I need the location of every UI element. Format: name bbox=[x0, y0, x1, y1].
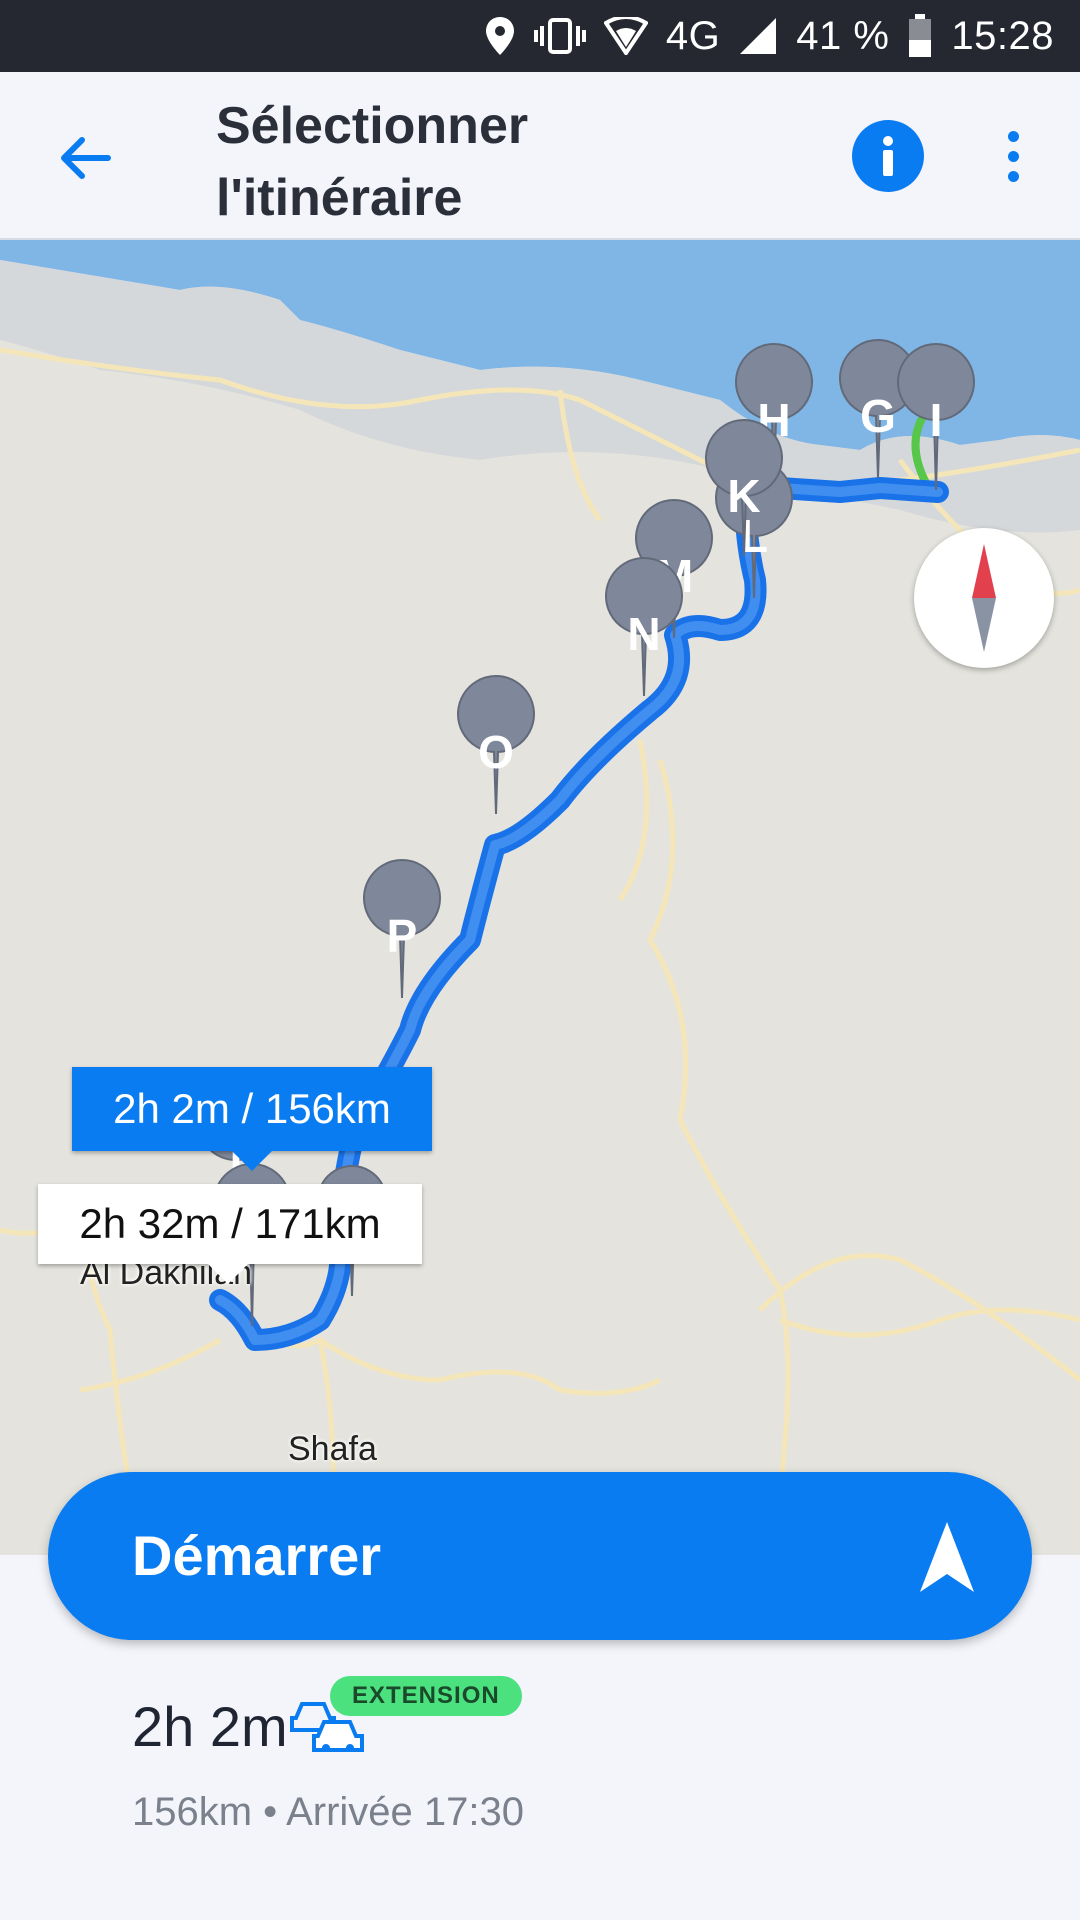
start-navigation-button[interactable]: Démarrer bbox=[48, 1472, 1032, 1640]
route-meta: 156km • Arrivée 17:30 bbox=[132, 1790, 524, 1834]
town-label-shafa: Shafa bbox=[288, 1430, 377, 1468]
waypoint-label-P: P bbox=[387, 910, 418, 962]
navigation-arrow-icon bbox=[920, 1522, 974, 1592]
route-label-selected[interactable]: 2h 2m / 156km bbox=[72, 1067, 432, 1171]
wifi-icon bbox=[603, 17, 648, 55]
location-icon bbox=[484, 15, 516, 57]
signal-icon bbox=[738, 16, 778, 56]
back-button[interactable] bbox=[48, 122, 120, 194]
waypoint-label-I: I bbox=[930, 394, 943, 446]
route-duration: 2h 2m bbox=[132, 1695, 288, 1758]
info-button[interactable] bbox=[852, 120, 924, 192]
route-label-alternative[interactable]: 2h 32m / 171km bbox=[38, 1184, 422, 1284]
clock: 15:28 bbox=[951, 13, 1054, 58]
battery-percent: 41 % bbox=[796, 13, 890, 58]
waypoint-label-K: K bbox=[727, 470, 760, 522]
extension-badge: EXTENSION bbox=[330, 1676, 522, 1716]
waypoint-label-G: G bbox=[860, 390, 896, 442]
battery-icon bbox=[907, 14, 933, 58]
arrow-left-icon bbox=[61, 137, 111, 179]
status-bar: 4G 41 % 15:28 bbox=[0, 0, 1080, 72]
start-button-label: Démarrer bbox=[132, 1524, 382, 1587]
top-app-bar: Sélectionner l'itinéraire bbox=[0, 72, 1080, 240]
network-type: 4G bbox=[665, 13, 721, 58]
vibrate-icon bbox=[533, 16, 586, 56]
more-options-button[interactable] bbox=[990, 120, 1036, 192]
waypoint-label-O: O bbox=[478, 726, 514, 778]
page-title-line-1: Sélectionner bbox=[216, 97, 529, 155]
more-vert-icon bbox=[1007, 130, 1019, 142]
map-canvas: H G I L K M N bbox=[0, 240, 1080, 1555]
page-title: Sélectionner l'itinéraire bbox=[216, 90, 636, 234]
map-view[interactable]: H G I L K M N bbox=[0, 240, 1080, 1555]
waypoint-label-N: N bbox=[627, 608, 660, 660]
compass-button[interactable] bbox=[914, 528, 1054, 668]
route-summary-card[interactable]: 2h 2m EXTENSION 156km • Arrivée 17:30 bbox=[0, 1650, 1080, 1920]
info-icon bbox=[883, 136, 893, 176]
page-title-line-2: l'itinéraire bbox=[216, 169, 463, 227]
compass-icon bbox=[972, 544, 996, 652]
